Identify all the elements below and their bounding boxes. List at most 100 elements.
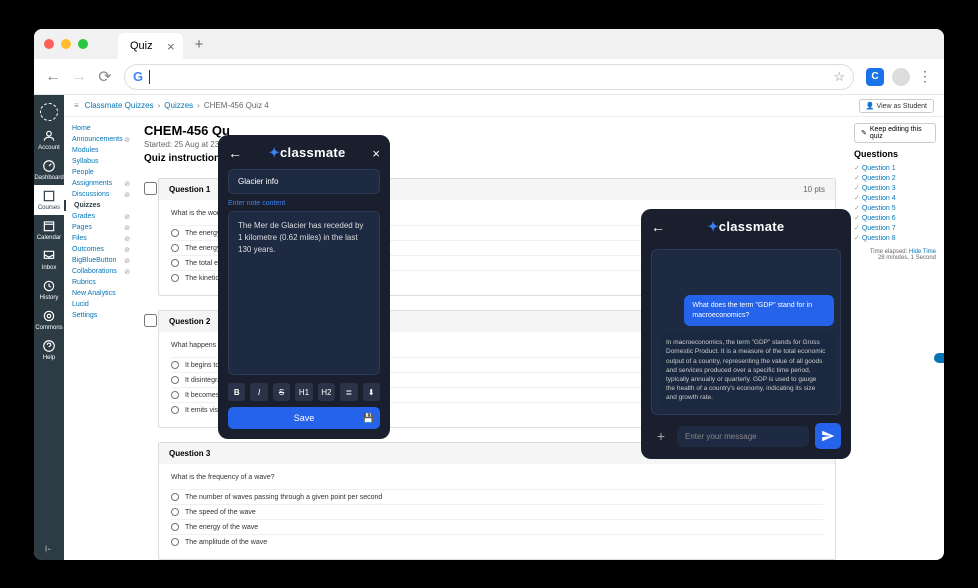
titlebar: Quiz × + <box>34 29 944 59</box>
chat-input[interactable]: Enter your message <box>677 426 809 447</box>
rail-courses[interactable]: Courses <box>34 185 64 215</box>
question-3-prompt: What is the frequency of a wave? <box>171 474 823 481</box>
note-content-textarea[interactable]: The Mer de Glacier has receded by 1 kilo… <box>228 211 380 375</box>
q3-option-1-radio[interactable] <box>171 493 179 501</box>
bookmark-icon[interactable]: ☆ <box>833 69 845 85</box>
popup-back-button[interactable]: ← <box>228 145 242 161</box>
nav-collaborations[interactable]: Collaborations⊘ <box>64 266 134 277</box>
q1-option-2-radio[interactable] <box>171 244 179 252</box>
q2-option-3-radio[interactable] <box>171 391 179 399</box>
q1-option-1-radio[interactable] <box>171 229 179 237</box>
nav-settings[interactable]: Settings <box>64 310 134 321</box>
classmate-note-popup: ← ✦classmate × Glacier info Enter note c… <box>218 135 390 439</box>
nav-lucid[interactable]: Lucid <box>64 299 134 310</box>
classmate-logo: ✦classmate <box>248 145 366 161</box>
save-button[interactable]: Save💾 <box>228 407 380 429</box>
q1-option-3-radio[interactable] <box>171 259 179 267</box>
q3-option-3-radio[interactable] <box>171 523 179 531</box>
nav-outcomes[interactable]: Outcomes⊘ <box>64 244 134 255</box>
new-tab-button[interactable]: + <box>195 36 204 53</box>
keep-editing-button[interactable]: ✎ Keep editing this quiz <box>854 123 936 143</box>
sidebar-question-8-link[interactable]: Question 8 <box>854 233 936 243</box>
h1-button[interactable]: H1 <box>295 383 312 401</box>
note-title-input[interactable]: Glacier info <box>228 169 380 194</box>
url-cursor <box>149 70 150 84</box>
time-value: 28 minutes, 1 Second <box>878 255 936 261</box>
nav-files[interactable]: Files⊘ <box>64 233 134 244</box>
canvas-logo-icon[interactable] <box>40 103 58 121</box>
question-1-flag-checkbox[interactable] <box>144 182 157 195</box>
sidebar-question-2-link[interactable]: Question 2 <box>854 173 936 183</box>
nav-assignments[interactable]: Assignments⊘ <box>64 178 134 189</box>
extension-classmate-icon[interactable]: C <box>866 68 884 86</box>
nav-quizzes[interactable]: Quizzes <box>64 200 134 211</box>
course-nav: Home Announcements⊘ Modules Syllabus Peo… <box>64 117 134 560</box>
bold-button[interactable]: B <box>228 383 245 401</box>
close-tab-icon[interactable]: × <box>167 39 175 54</box>
nav-people[interactable]: People <box>64 167 134 178</box>
italic-button[interactable]: I <box>250 383 267 401</box>
chat-assistant-message: In macroeconomics, the term "GDP" stands… <box>658 332 834 408</box>
floating-help-button[interactable] <box>934 353 944 363</box>
sidebar-question-7-link[interactable]: Question 7 <box>854 223 936 233</box>
sidebar-question-4-link[interactable]: Question 4 <box>854 193 936 203</box>
q2-option-1-radio[interactable] <box>171 361 179 369</box>
nav-grades[interactable]: Grades⊘ <box>64 211 134 222</box>
address-bar[interactable]: G ☆ <box>124 64 854 90</box>
crumb-quizzes[interactable]: Quizzes <box>164 101 193 110</box>
browser-menu-icon[interactable]: ⋮ <box>918 68 932 85</box>
q1-option-4-radio[interactable] <box>171 274 179 282</box>
maximize-window-button[interactable] <box>78 39 88 49</box>
chat-attach-button[interactable]: + <box>651 428 671 444</box>
browser-tab[interactable]: Quiz × <box>118 33 183 59</box>
nav-announcements[interactable]: Announcements⊘ <box>64 134 134 145</box>
format-toolbar: B I S H1 H2 ≣ ⬇ <box>228 383 380 401</box>
hamburger-icon[interactable]: ≡ <box>74 101 79 110</box>
forward-button[interactable]: → <box>72 68 86 86</box>
list-button[interactable]: ≣ <box>340 383 357 401</box>
popup-close-button[interactable]: × <box>372 146 380 161</box>
profile-avatar[interactable] <box>892 68 910 86</box>
rail-account[interactable]: Account <box>38 125 60 155</box>
chat-history: What does the term "GDP" stand for in ma… <box>651 249 841 415</box>
nav-discussions[interactable]: Discussions⊘ <box>64 189 134 200</box>
close-window-button[interactable] <box>44 39 54 49</box>
rail-inbox[interactable]: Inbox <box>42 245 57 275</box>
nav-rubrics[interactable]: Rubrics <box>64 277 134 288</box>
crumb-current: CHEM-456 Quiz 4 <box>204 101 269 110</box>
q2-option-4-radio[interactable] <box>171 406 179 414</box>
chat-send-button[interactable] <box>815 423 841 449</box>
quiz-sidebar: ✎ Keep editing this quiz Questions Quest… <box>846 117 944 560</box>
reload-button[interactable]: ⟳ <box>98 67 112 87</box>
crumb-course[interactable]: Classmate Quizzes <box>85 101 154 110</box>
expand-rail-icon[interactable]: |← <box>45 546 53 552</box>
classmate-logo: ✦classmate <box>671 219 821 235</box>
sidebar-question-6-link[interactable]: Question 6 <box>854 213 936 223</box>
nav-syllabus[interactable]: Syllabus <box>64 156 134 167</box>
nav-bbb[interactable]: BigBlueButton⊘ <box>64 255 134 266</box>
back-button[interactable]: ← <box>46 68 60 86</box>
q3-option-4-radio[interactable] <box>171 538 179 546</box>
strikethrough-button[interactable]: S <box>273 383 290 401</box>
rail-history[interactable]: History <box>40 275 59 305</box>
sidebar-question-5-link[interactable]: Question 5 <box>854 203 936 213</box>
minimize-window-button[interactable] <box>61 39 71 49</box>
rail-help[interactable]: Help <box>42 335 56 365</box>
download-button[interactable]: ⬇ <box>363 383 380 401</box>
question-2-flag-checkbox[interactable] <box>144 314 157 327</box>
sidebar-question-3-link[interactable]: Question 3 <box>854 183 936 193</box>
q3-option-2-radio[interactable] <box>171 508 179 516</box>
nav-new-analytics[interactable]: New Analytics <box>64 288 134 299</box>
rail-calendar[interactable]: Calendar <box>37 215 61 245</box>
h2-button[interactable]: H2 <box>318 383 335 401</box>
rail-dashboard[interactable]: Dashboard <box>34 155 63 185</box>
rail-commons[interactable]: Commons <box>35 305 62 335</box>
nav-home[interactable]: Home <box>64 123 134 134</box>
nav-pages[interactable]: Pages⊘ <box>64 222 134 233</box>
nav-modules[interactable]: Modules <box>64 145 134 156</box>
view-as-student-button[interactable]: 👤 View as Student <box>859 99 934 113</box>
sidebar-question-1-link[interactable]: Question 1 <box>854 163 936 173</box>
q2-option-2-radio[interactable] <box>171 376 179 384</box>
chat-back-button[interactable]: ← <box>651 219 665 235</box>
hidden-icon: ⊘ <box>124 136 130 144</box>
